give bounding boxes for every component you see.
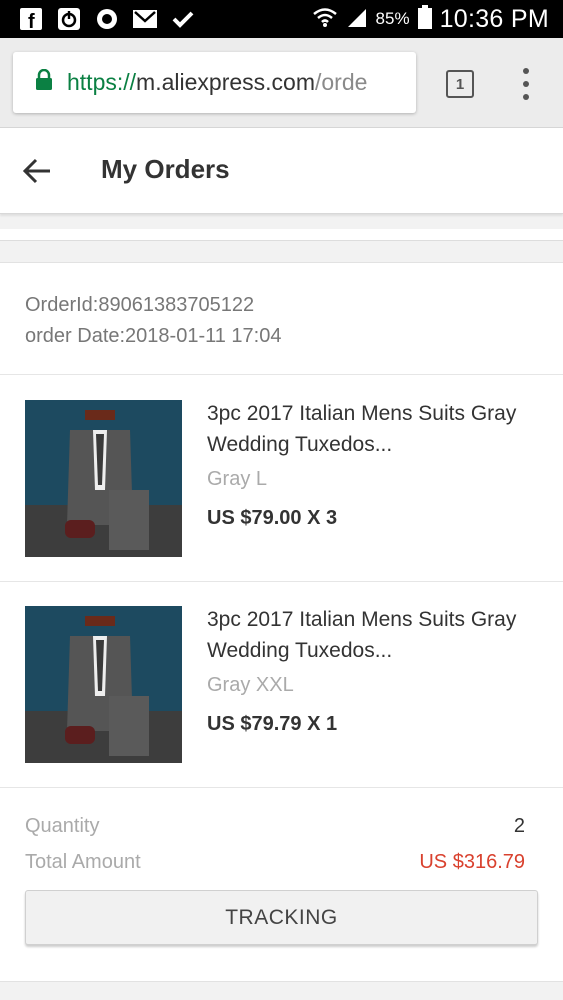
lock-icon[interactable] (35, 68, 53, 96)
battery-percent: 85% (375, 9, 410, 28)
notification-icons: f (18, 6, 196, 32)
product-title[interactable]: 3pc 2017 Italian Mens Suits Gray Wedding… (207, 398, 547, 460)
url-host: m.aliexpress.com (136, 69, 315, 95)
divider (0, 787, 563, 788)
back-arrow-icon[interactable] (22, 157, 52, 185)
product-image[interactable] (25, 400, 182, 557)
spacer-strip (0, 229, 563, 241)
url-scheme: https:// (67, 69, 137, 95)
order-item[interactable]: 3pc 2017 Italian Mens Suits Gray Wedding… (0, 375, 563, 581)
product-title[interactable]: 3pc 2017 Italian Mens Suits Gray Wedding… (207, 604, 547, 666)
product-variant: Gray XXL (207, 674, 294, 696)
page-title: My Orders (101, 154, 230, 184)
address-bar[interactable]: https://m.aliexpress.com/orde (13, 52, 416, 113)
product-price: US $79.00 X 3 (207, 507, 338, 529)
wifi-icon (312, 6, 338, 33)
app-icon (94, 6, 120, 32)
order-meta: OrderId:89061383705122 order Date:2018-0… (25, 290, 281, 352)
signal-icon (346, 6, 368, 33)
url-text[interactable]: https://m.aliexpress.com/orde (67, 69, 367, 96)
product-price: US $79.79 X 1 (207, 713, 338, 735)
app-header: My Orders (0, 128, 563, 214)
quantity-label: Quantity (25, 815, 100, 837)
order-card[interactable]: OrderId:89061383705122 order Date:2018-0… (0, 262, 563, 982)
clock: 10:36 PM (439, 4, 549, 33)
status-bar: f 85% 10:36 PM (0, 0, 563, 38)
gmail-icon (132, 6, 158, 32)
quantity-value: 2 (513, 815, 525, 837)
order-item[interactable]: 3pc 2017 Italian Mens Suits Gray Wedding… (0, 581, 563, 787)
browser-toolbar: https://m.aliexpress.com/orde 1 (0, 38, 563, 128)
total-value: US $316.79 (419, 851, 525, 873)
quantity-row: Quantity 2 (25, 815, 525, 838)
total-label: Total Amount (25, 851, 141, 873)
overflow-menu-icon[interactable] (519, 68, 533, 100)
order-id: OrderId:89061383705122 (25, 294, 255, 316)
order-date: order Date:2018-01-11 17:04 (25, 325, 282, 347)
tab-switcher-button[interactable]: 1 (446, 70, 474, 98)
svg-text:f: f (28, 11, 35, 31)
battery-icon (417, 4, 432, 34)
product-variant: Gray L (207, 468, 268, 490)
power-icon (56, 6, 82, 32)
task-icon (170, 6, 196, 32)
facebook-icon: f (18, 6, 44, 32)
url-path: /orde (314, 69, 368, 95)
tracking-button[interactable]: TRACKING (25, 890, 538, 945)
product-image[interactable] (25, 606, 182, 763)
total-row: Total Amount US $316.79 (25, 851, 525, 874)
